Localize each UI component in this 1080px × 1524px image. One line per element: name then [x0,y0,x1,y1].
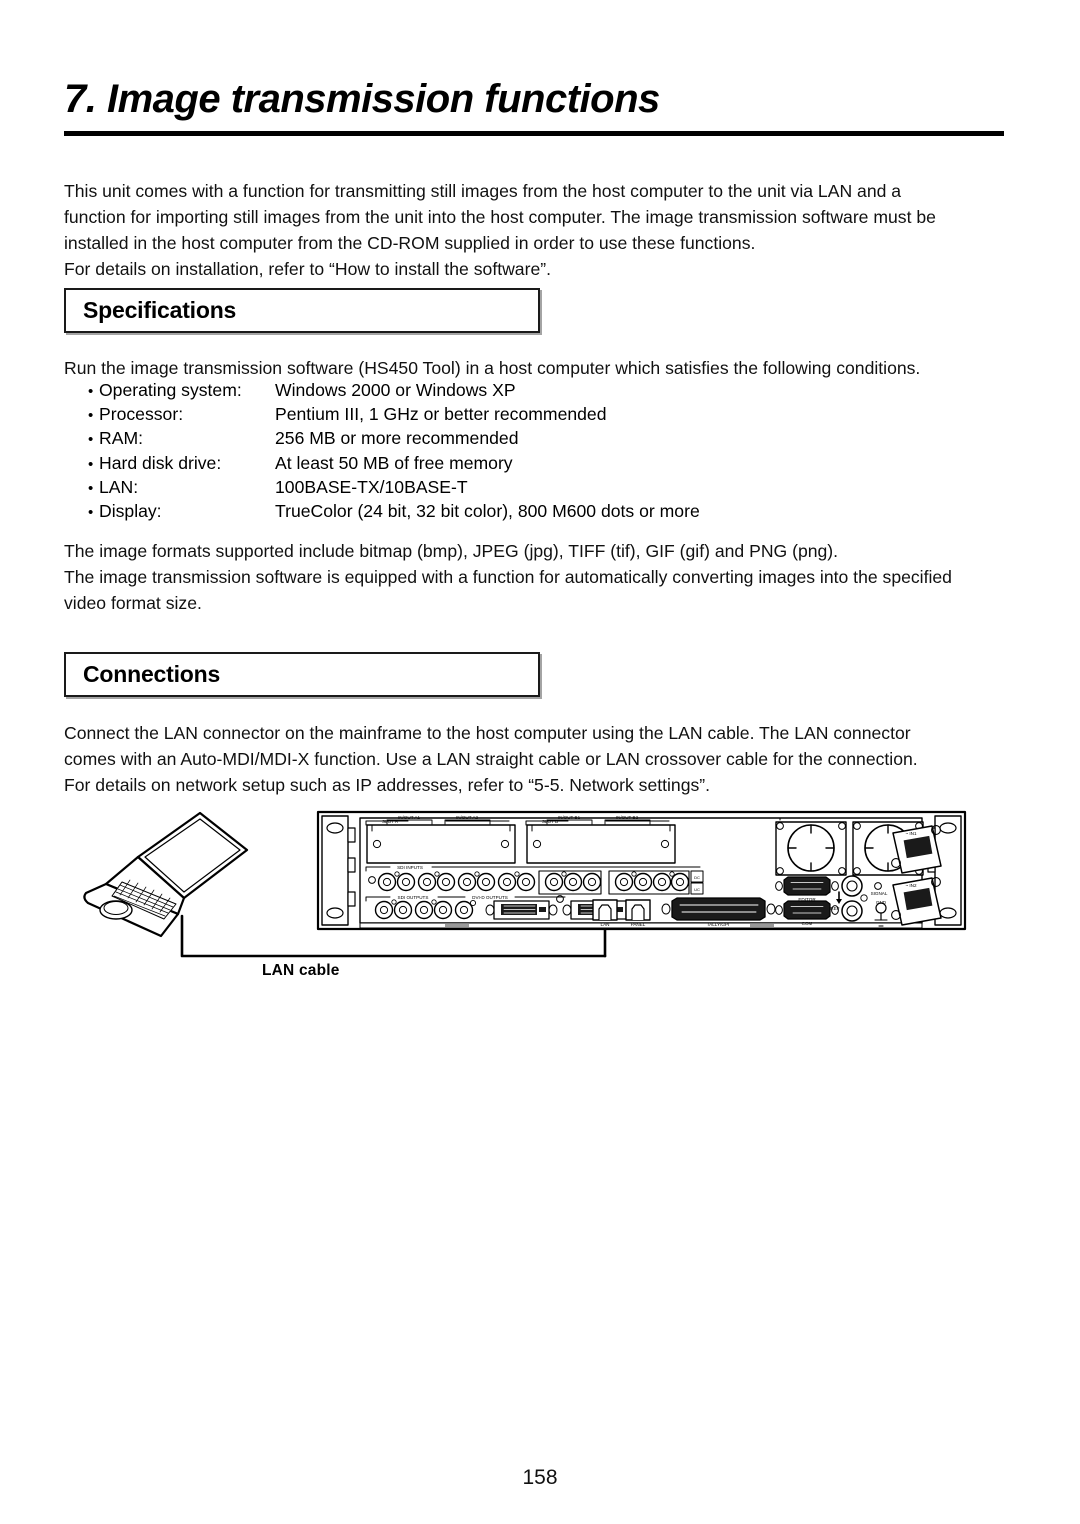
connections-paragraph: Connect the LAN connector on the mainfra… [64,720,1016,798]
connection-diagram: SLOT A SLOT B IN/OUT A1 IN/OUT A2 IN/OUT… [60,800,1020,1000]
list-item: • Operating system: Windows 2000 or Wind… [88,378,988,402]
intro-line-1: This unit comes with a function for tran… [64,181,902,201]
formats-line-1: The image formats supported include bitm… [64,541,839,561]
chapter-title-block: 7. Image transmission functions [64,77,1004,121]
formats-line-3: video format size. [64,593,202,613]
label-com: COM [802,921,813,926]
label-in-out-a2: IN/OUT A2 [456,815,479,820]
panel-port [625,899,651,921]
connections-line-1: Connect the LAN connector on the mainfra… [64,723,911,743]
spec-label: RAM: [99,428,143,449]
label-signal: SIGNAL [871,891,888,896]
connections-line-2: comes with an Auto-MDI/MDI-X function. U… [64,749,918,769]
specifications-list: • Operating system: Windows 2000 or Wind… [88,378,988,523]
spec-label: Hard disk drive: [99,452,222,473]
list-item: • Display: TrueColor (24 bit, 32 bit col… [88,499,988,523]
editor-connector [775,876,839,896]
label-sdi-outputs: SDI OUTPUTS [398,895,429,900]
spec-label: LAN: [99,476,139,497]
spec-value: At least 50 MB of free memory [275,452,513,473]
label-sdi-inputs: SDI INPUTS [397,865,423,870]
spec-value: 100BASE-TX/10BASE-T [275,476,468,497]
spec-label: Processor: [99,404,184,425]
label-editor: EDITOR [798,897,816,902]
bullet-icon: • [88,503,94,521]
label-dc: DC [694,875,700,880]
label-slot-b: SLOT B [542,819,558,824]
label-power-in1: ~ IN1 [905,831,917,836]
lan-port [592,899,618,921]
spec-value: Pentium III, 1 GHz or better recommended [275,404,607,425]
lan-cable-label: LAN cable [262,962,340,979]
label-panel: PANEL [631,922,646,927]
label-in-out-a1: IN/OUT A1 [398,815,421,820]
intro-line-4: For details on installation, refer to “H… [64,259,551,279]
list-item: • RAM: 256 MB or more recommended [88,426,988,450]
section-header-accent-bar [66,654,75,695]
label-uc: UC [694,887,700,892]
section-title-specifications: Specifications [83,297,237,323]
bullet-icon: • [88,431,94,449]
bullet-icon: • [88,407,94,425]
formats-line-2: The image transmission software is equip… [64,567,952,587]
title-underline-rule [64,131,1004,136]
com-connector [775,900,839,920]
list-item: • Hard disk drive: At least 50 MB of fre… [88,451,988,475]
label-dvi-d-outputs: DVI-D OUTPUTS [472,895,508,900]
intro-line-2: function for importing still images from… [64,207,936,227]
section-header-connections: Connections [64,652,540,697]
page-title: 7. Image transmission functions [64,77,660,121]
bullet-icon: • [88,455,94,473]
spec-value: 256 MB or more recommended [275,428,519,449]
spec-value: Windows 2000 or Windows XP [275,380,516,400]
intro-paragraph: This unit comes with a function for tran… [64,178,1016,282]
label-tally-gpi: TALLY/GPI [707,922,730,927]
label-lan: LAN [601,922,610,927]
label-power-in2: ~ IN2 [905,883,917,888]
section-header-accent-bar [66,290,75,331]
spec-value: TrueColor (24 bit, 32 bit color), 800 M6… [275,500,700,521]
label-in-out-b2: IN/OUT B2 [616,815,639,820]
label-ref: REF [830,906,839,911]
section-header-specifications: Specifications [64,288,540,333]
rear-panel-illustration [316,810,967,931]
page-number: 158 [522,1466,558,1489]
connections-line-3: For details on network setup such as IP … [64,775,711,795]
bullet-icon: • [88,383,94,400]
list-item: • LAN: 100BASE-TX/10BASE-T [88,475,988,499]
list-item: • Processor: Pentium III, 1 GHz or bette… [88,402,988,426]
label-in-out-b1: IN/OUT B1 [558,815,581,820]
section-title-connections: Connections [83,661,221,687]
bullet-icon: • [88,479,94,497]
tally-gpi-connector [661,897,776,921]
image-formats-paragraph: The image formats supported include bitm… [64,538,1016,616]
spec-label: Operating system: [99,380,242,400]
spec-label: Display: [99,500,162,521]
label-slot-a: SLOT A [382,819,399,824]
document-page: 7. Image transmission functions This uni… [0,0,1080,1524]
laptop-illustration [83,811,249,938]
intro-line-3: installed in the host computer from the … [64,233,756,253]
label-gnd: GND [876,900,887,905]
